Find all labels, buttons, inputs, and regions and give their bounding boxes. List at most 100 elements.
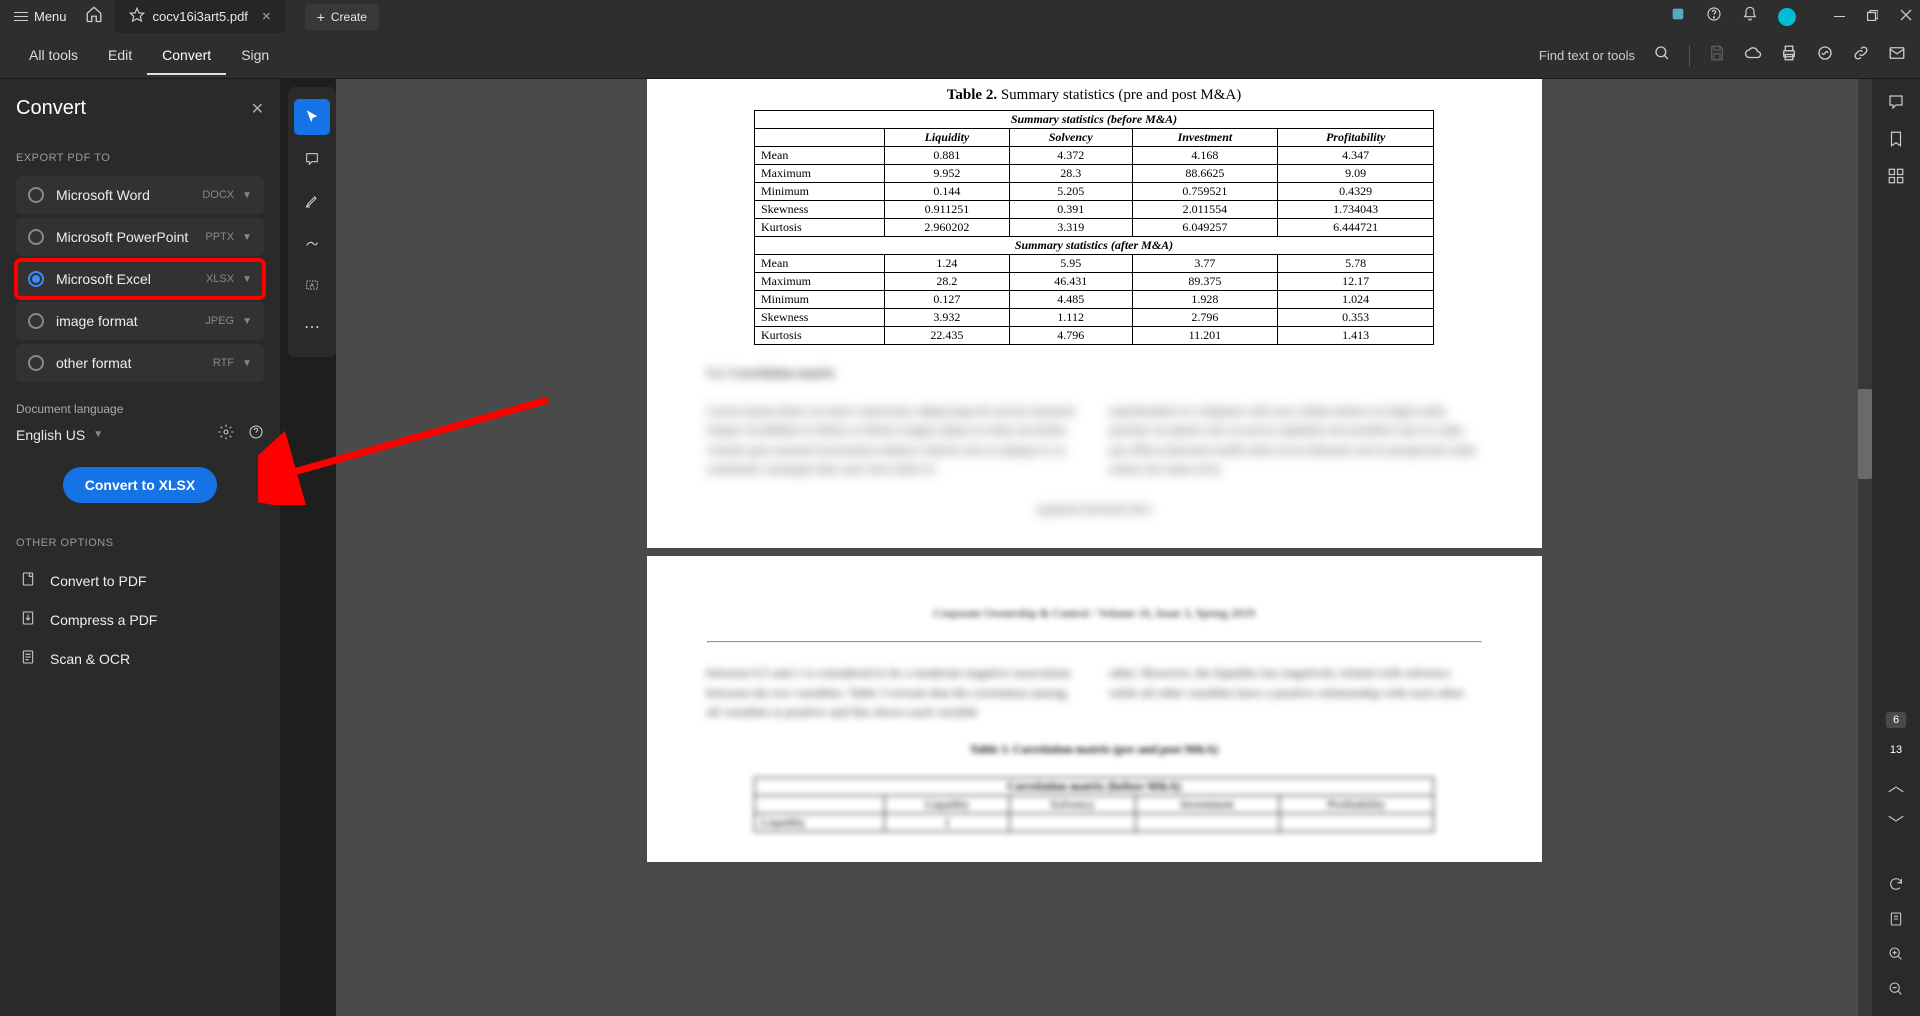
menu-label: Menu bbox=[34, 9, 67, 24]
option-icon bbox=[20, 610, 36, 629]
maximize-icon[interactable] bbox=[1867, 8, 1878, 26]
close-window-icon[interactable] bbox=[1900, 8, 1912, 26]
star-icon[interactable] bbox=[129, 7, 145, 26]
export-option-other-format[interactable]: other format RTF ▼ bbox=[16, 344, 264, 382]
option-format: PPTX bbox=[205, 231, 234, 243]
help-circle-icon[interactable] bbox=[248, 424, 264, 445]
option-icon bbox=[20, 571, 36, 590]
chat-panel-icon[interactable] bbox=[1887, 93, 1905, 116]
menu-item-edit[interactable]: Edit bbox=[93, 37, 147, 75]
bookmark-panel-icon[interactable] bbox=[1887, 130, 1905, 153]
save-icon[interactable] bbox=[1708, 44, 1726, 67]
minimize-icon[interactable] bbox=[1834, 16, 1845, 18]
page-up-icon[interactable]: ︿ bbox=[1888, 772, 1904, 796]
option-format: RTF bbox=[213, 357, 234, 369]
option-format: XLSX bbox=[206, 273, 234, 285]
radio-icon bbox=[28, 355, 44, 371]
comment-tool[interactable] bbox=[294, 141, 330, 177]
data-table: Summary statistics (before M&A)Liquidity… bbox=[754, 110, 1434, 345]
ai-assistant-icon[interactable] bbox=[1670, 6, 1686, 27]
select-tool[interactable] bbox=[294, 99, 330, 135]
table-title: Table 2. Summary statistics (pre and pos… bbox=[707, 87, 1482, 104]
language-select[interactable]: English US ▼ bbox=[16, 427, 103, 443]
chevron-down-icon: ▼ bbox=[93, 429, 103, 440]
blurred-table: Correlation matrix (before M&A) Liquidit… bbox=[754, 777, 1434, 832]
home-icon[interactable] bbox=[85, 5, 103, 28]
convert-panel: Convert ✕ EXPORT PDF TO Microsoft Word D… bbox=[0, 79, 280, 1016]
textbox-tool[interactable]: A bbox=[294, 267, 330, 303]
current-page[interactable]: 6 bbox=[1886, 712, 1906, 728]
option-label: Convert to PDF bbox=[50, 573, 146, 589]
radio-icon bbox=[28, 229, 44, 245]
chevron-down-icon: ▼ bbox=[242, 358, 252, 369]
export-option-microsoft-word[interactable]: Microsoft Word DOCX ▼ bbox=[16, 176, 264, 214]
mail-icon[interactable] bbox=[1888, 44, 1906, 67]
print-icon[interactable] bbox=[1780, 44, 1798, 67]
option-format: DOCX bbox=[202, 189, 234, 201]
plus-icon: + bbox=[317, 9, 325, 25]
export-option-microsoft-powerpoint[interactable]: Microsoft PowerPoint PPTX ▼ bbox=[16, 218, 264, 256]
hamburger-icon bbox=[14, 12, 28, 22]
other-option-convert-to-pdf[interactable]: Convert to PDF bbox=[16, 561, 264, 600]
more-tools[interactable]: ⋯ bbox=[294, 309, 330, 345]
export-option-microsoft-excel[interactable]: Microsoft Excel XLSX ▼ bbox=[16, 260, 264, 298]
tab-title: cocv16i3art5.pdf bbox=[153, 9, 248, 24]
other-option-compress-a-pdf[interactable]: Compress a PDF bbox=[16, 600, 264, 639]
highlight-tool[interactable] bbox=[294, 183, 330, 219]
page-display-icon[interactable] bbox=[1888, 911, 1904, 932]
tab-close-icon[interactable]: × bbox=[262, 8, 271, 25]
option-format: JPEG bbox=[205, 315, 234, 327]
help-icon[interactable] bbox=[1706, 6, 1722, 27]
export-option-image-format[interactable]: image format JPEG ▼ bbox=[16, 302, 264, 340]
total-pages: 13 bbox=[1884, 742, 1908, 758]
export-section-label: EXPORT PDF TO bbox=[16, 152, 264, 164]
menu-button[interactable]: Menu bbox=[8, 5, 73, 28]
panel-close-icon[interactable]: ✕ bbox=[251, 99, 264, 119]
zoom-out-icon[interactable] bbox=[1888, 981, 1904, 1002]
page-down-icon[interactable]: ﹀ bbox=[1888, 810, 1904, 834]
radio-icon bbox=[28, 313, 44, 329]
titlebar: Menu cocv16i3art5.pdf × + Create bbox=[0, 0, 1920, 33]
zoom-in-icon[interactable] bbox=[1888, 946, 1904, 967]
draw-tool[interactable] bbox=[294, 225, 330, 261]
document-tab[interactable]: cocv16i3art5.pdf × bbox=[115, 0, 285, 33]
signature-icon[interactable] bbox=[1816, 44, 1834, 67]
link-icon[interactable] bbox=[1852, 44, 1870, 67]
search-icon[interactable] bbox=[1653, 44, 1671, 67]
chevron-down-icon: ▼ bbox=[242, 274, 252, 285]
radio-icon bbox=[28, 187, 44, 203]
convert-button[interactable]: Convert to XLSX bbox=[63, 467, 217, 503]
profile-avatar[interactable] bbox=[1778, 8, 1796, 26]
cloud-icon[interactable] bbox=[1744, 44, 1762, 67]
language-label: Document language bbox=[16, 402, 264, 416]
thumbnails-panel-icon[interactable] bbox=[1887, 167, 1905, 190]
chevron-down-icon: ▼ bbox=[242, 316, 252, 327]
menu-item-all-tools[interactable]: All tools bbox=[14, 37, 93, 75]
document-area[interactable]: Table 2. Summary statistics (pre and pos… bbox=[336, 79, 1872, 1016]
find-label: Find text or tools bbox=[1539, 48, 1635, 63]
bell-icon[interactable] bbox=[1742, 6, 1758, 27]
menu-item-convert[interactable]: Convert bbox=[147, 37, 226, 75]
menubar: All toolsEditConvertSign Find text or to… bbox=[0, 33, 1920, 79]
menu-item-sign[interactable]: Sign bbox=[226, 37, 284, 75]
radio-icon bbox=[28, 271, 44, 287]
chevron-down-icon: ▼ bbox=[242, 232, 252, 243]
option-label: Microsoft Word bbox=[56, 187, 202, 203]
option-label: Scan & OCR bbox=[50, 651, 130, 667]
gear-icon[interactable] bbox=[218, 424, 234, 445]
pdf-page: Table 2. Summary statistics (pre and pos… bbox=[647, 79, 1542, 548]
create-button[interactable]: + Create bbox=[305, 4, 379, 30]
option-icon bbox=[20, 649, 36, 668]
option-label: Compress a PDF bbox=[50, 612, 157, 628]
svg-text:A: A bbox=[310, 283, 315, 290]
chevron-down-icon: ▼ bbox=[242, 190, 252, 201]
tool-strip: A ⋯ bbox=[288, 87, 336, 357]
option-label: image format bbox=[56, 313, 205, 329]
option-label: Microsoft Excel bbox=[56, 271, 206, 287]
right-rail: 6 13 ︿ ﹀ bbox=[1872, 79, 1920, 1016]
rotate-icon[interactable] bbox=[1888, 876, 1904, 897]
option-label: other format bbox=[56, 355, 213, 371]
panel-title: Convert bbox=[16, 97, 86, 120]
scrollbar[interactable] bbox=[1858, 79, 1872, 1016]
other-option-scan-ocr[interactable]: Scan & OCR bbox=[16, 639, 264, 678]
